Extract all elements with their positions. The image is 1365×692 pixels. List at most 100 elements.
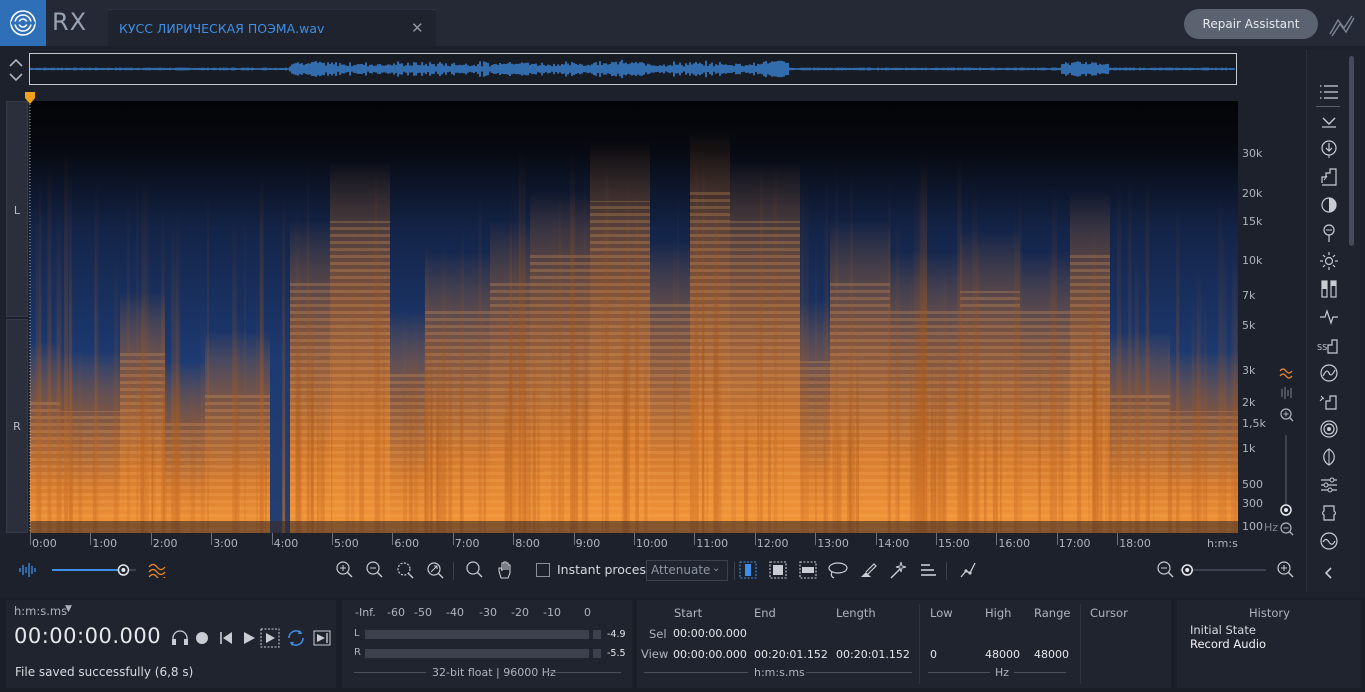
timecode-display[interactable]: 00:00:00.000 xyxy=(14,624,161,648)
frequency-tick-label: 2k xyxy=(1242,396,1256,409)
eq-icon[interactable] xyxy=(1316,362,1342,384)
time-zoom-handle[interactable] xyxy=(1181,564,1193,576)
signal-chain-icon[interactable] xyxy=(1326,10,1358,40)
history-item[interactable]: Record Audio xyxy=(1190,637,1266,651)
magic-wand-icon[interactable] xyxy=(886,556,910,584)
plugin-icon[interactable] xyxy=(1316,502,1342,524)
harmonic-selection-icon[interactable] xyxy=(916,556,940,584)
ambience-match-icon[interactable] xyxy=(1316,418,1342,440)
waveform-mini-icon[interactable] xyxy=(1281,387,1292,399)
zoom-fit-icon[interactable] xyxy=(423,556,447,584)
dialogue-contour-icon[interactable] xyxy=(1316,530,1342,552)
collapse-panel-icon[interactable] xyxy=(1316,562,1342,584)
breath-control-icon[interactable] xyxy=(1316,250,1342,272)
de-clip-icon[interactable] xyxy=(1316,138,1342,160)
time-zoom-out-icon[interactable] xyxy=(1154,556,1178,584)
time-tick-label: 1:00 xyxy=(90,533,118,550)
zoom-in-vertical-icon[interactable] xyxy=(1280,408,1294,422)
brush-tool-icon[interactable] xyxy=(856,556,880,584)
izotope-logo[interactable] xyxy=(0,0,46,46)
meter-scale-label: 0 xyxy=(584,606,591,619)
frequency-header-low: Low xyxy=(930,606,953,620)
gain-envelope-icon[interactable] xyxy=(956,556,980,584)
module-list-icon[interactable] xyxy=(1316,81,1342,103)
view-start-value[interactable]: 00:00:00.000 xyxy=(673,648,747,661)
zoom-tool-icon[interactable] xyxy=(463,556,487,584)
frequency-range-value[interactable]: 48000 xyxy=(1034,648,1069,661)
spectral-repair-icon[interactable] xyxy=(1316,390,1342,412)
section-divider xyxy=(1080,604,1081,684)
time-tick-label: 16:00 xyxy=(996,533,1031,550)
time-frequency-selection-icon[interactable] xyxy=(766,556,790,584)
chevron-down-icon[interactable] xyxy=(1316,110,1342,132)
title-bar: RX КУСС ЛИРИЧЕСКАЯ ПОЭМА.wav ✕ Repair As… xyxy=(0,0,1365,46)
spectrogram-color-icon[interactable] xyxy=(1279,368,1293,379)
view-end-value[interactable]: 00:20:01.152 xyxy=(754,648,828,661)
history-item[interactable]: Initial State xyxy=(1190,623,1256,637)
view-blend-handle[interactable] xyxy=(117,564,130,576)
instant-process-checkbox[interactable] xyxy=(536,563,550,577)
time-zoom-slider[interactable] xyxy=(1178,563,1270,577)
playhead-marker[interactable] xyxy=(24,90,36,535)
file-tab[interactable]: КУСС ЛИРИЧЕСКАЯ ПОЭМА.wav ✕ xyxy=(108,9,436,46)
frequency-low-value[interactable]: 0 xyxy=(930,648,937,661)
sel-start-value[interactable]: 00:00:00.000 xyxy=(673,627,747,640)
module-divider xyxy=(1316,106,1340,107)
vertical-zoom-panel xyxy=(1276,365,1298,540)
spectrogram-view-icon[interactable] xyxy=(146,556,170,584)
overview-waveform xyxy=(30,59,1235,79)
spectrogram[interactable] xyxy=(30,101,1238,533)
zoom-out-icon[interactable] xyxy=(363,556,387,584)
frequency-tick-label: 10k xyxy=(1242,254,1263,267)
gain-icon[interactable] xyxy=(1316,278,1342,300)
de-reverb-icon[interactable] xyxy=(1316,446,1342,468)
play-icon[interactable] xyxy=(244,632,255,644)
frequency-selection-icon[interactable] xyxy=(796,556,820,584)
chevron-down-icon[interactable]: ▼ xyxy=(65,604,72,614)
module-scrollbar[interactable] xyxy=(1349,56,1354,246)
time-format-selector[interactable]: h:m:s.ms xyxy=(14,604,67,618)
hand-tool-icon[interactable] xyxy=(493,556,517,584)
play-to-end-icon[interactable] xyxy=(313,630,331,646)
de-hum-icon[interactable] xyxy=(1316,194,1342,216)
time-tick-label: 0:00 xyxy=(30,533,57,550)
frequency-axis: 30k 20k 15k 10k 7k 5k 3k 2k 1,5k 1k 500 300 100 xyxy=(1238,101,1268,533)
mixing-icon[interactable] xyxy=(1316,474,1342,496)
frequency-high-value[interactable]: 48000 xyxy=(985,648,1020,661)
time-tick-label: 8:00 xyxy=(513,533,540,550)
format-divider-right xyxy=(548,672,621,673)
meter-right-label: R xyxy=(354,647,361,658)
time-tick-label: 2:00 xyxy=(150,533,178,550)
record-icon[interactable] xyxy=(196,632,208,644)
waveform-overview[interactable] xyxy=(29,53,1237,85)
close-tab-icon[interactable]: ✕ xyxy=(411,19,424,37)
frequency-unit-divider-left xyxy=(928,672,990,673)
zoom-in-icon[interactable] xyxy=(333,556,357,584)
repair-assistant-button[interactable]: Repair Assistant xyxy=(1184,9,1318,39)
view-blend-slider[interactable] xyxy=(50,563,146,577)
loop-icon[interactable] xyxy=(288,630,304,646)
view-length-value[interactable]: 00:20:01.152 xyxy=(836,648,910,661)
play-selection-icon[interactable] xyxy=(260,628,280,648)
meter-left-bar xyxy=(365,630,589,639)
format-divider-left xyxy=(354,672,426,673)
lasso-tool-icon[interactable] xyxy=(826,556,850,584)
view-row-label: View xyxy=(641,647,669,661)
selection-unit-divider-right xyxy=(806,672,912,673)
dialogue-isolate-icon[interactable] xyxy=(1316,306,1342,328)
time-tick-label: 17:00 xyxy=(1056,533,1091,550)
de-click-icon[interactable] xyxy=(1316,166,1342,188)
skip-back-icon[interactable] xyxy=(220,632,232,644)
chevron-down-icon: ⌄ xyxy=(712,563,721,574)
zoom-out-vertical-icon[interactable] xyxy=(1280,522,1294,536)
toolbar-divider xyxy=(734,562,735,580)
time-selection-tool-icon[interactable] xyxy=(736,556,760,584)
file-tab-name[interactable]: КУСС ЛИРИЧЕСКАЯ ПОЭМА.wav xyxy=(119,21,324,36)
overview-toggle-icon[interactable] xyxy=(6,56,26,84)
waveform-view-icon[interactable] xyxy=(16,556,40,584)
de-plosive-icon[interactable] xyxy=(1316,222,1342,244)
time-zoom-in-icon[interactable] xyxy=(1274,556,1298,584)
spectral-shaper-icon[interactable]: SS xyxy=(1316,334,1342,356)
zoom-selection-icon[interactable] xyxy=(393,556,417,584)
monitor-headphones-icon[interactable] xyxy=(172,630,188,645)
